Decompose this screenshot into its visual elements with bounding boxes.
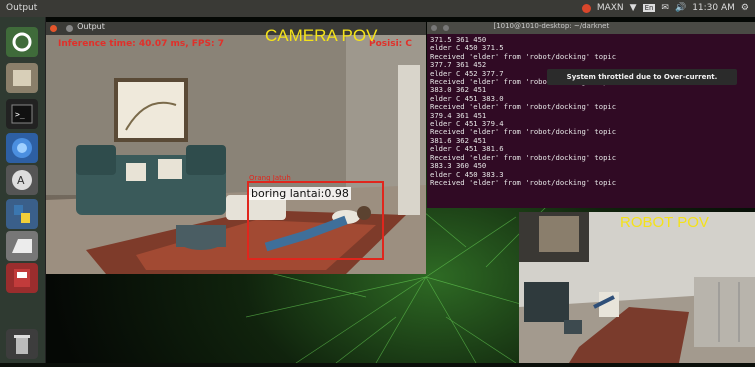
minimize-icon[interactable] <box>65 25 73 32</box>
launcher: >_ A <box>0 17 46 363</box>
record-icon[interactable] <box>581 3 591 13</box>
camera-pov-label: CAMERA POV <box>265 26 378 45</box>
wifi-icon[interactable]: ▼ <box>630 3 637 13</box>
terminal-output[interactable]: 371.5 361 450 elder C 450 371.5 Received '… <box>430 36 750 206</box>
power-icon[interactable]: ⚙ <box>741 3 749 13</box>
camera-window-title: Output <box>77 22 105 31</box>
terminal-title: [1010@1010-desktop: ~/darknet <box>493 22 610 30</box>
drive-icon[interactable] <box>6 231 38 261</box>
inference-time-text: Inference time: 40.07 ms, FPS: 7 <box>58 39 225 49</box>
terminal-titlebar[interactable]: [1010@1010-desktop: ~/darknet <box>427 22 755 34</box>
system-icon[interactable] <box>6 263 38 293</box>
close-icon[interactable] <box>50 25 57 32</box>
volume-icon[interactable]: 🔊 <box>675 3 686 13</box>
terminal-minimize-icon[interactable] <box>443 25 450 31</box>
keyboard-icon[interactable]: En <box>642 4 656 12</box>
throttle-notification: System throttled due to Over-current. <box>547 69 737 85</box>
top-panel: Output MAXN ▼ En ✉ 🔊 11:30 AM ⚙ <box>0 0 755 17</box>
software-icon[interactable]: A <box>6 165 38 195</box>
camera-output-window[interactable]: Output Inference time: 40.07 ms, FPS: 7 … <box>46 22 426 274</box>
browser-icon[interactable] <box>6 133 38 163</box>
clock[interactable]: 11:30 AM <box>692 3 735 13</box>
svg-text:>_: >_ <box>15 110 25 119</box>
robot-pov-label: ROBOT POV <box>620 214 709 231</box>
active-app-name: Output <box>6 3 38 13</box>
system-tray: MAXN ▼ En ✉ 🔊 11:30 AM ⚙ <box>581 3 749 13</box>
dash-icon[interactable] <box>6 27 38 57</box>
trash-icon[interactable] <box>6 329 38 359</box>
terminal-close-icon[interactable] <box>431 25 437 31</box>
terminal-line: Received 'elder' from 'robot/docking' to… <box>430 177 617 187</box>
svg-text:A: A <box>17 174 25 187</box>
mail-icon[interactable]: ✉ <box>661 3 669 13</box>
network-label[interactable]: MAXN <box>597 3 624 13</box>
camera-feed: Inference time: 40.07 ms, FPS: 7 Posisi:… <box>46 35 426 274</box>
files-icon[interactable] <box>6 63 38 93</box>
python-icon[interactable] <box>6 199 38 229</box>
robot-pov-window <box>519 212 755 363</box>
robot-view-scene <box>519 212 755 363</box>
detection-label: boring lantai:0.98 <box>249 187 351 200</box>
terminal-window[interactable]: [1010@1010-desktop: ~/darknet 371.5 361 … <box>427 22 755 208</box>
terminal-icon[interactable]: >_ <box>6 99 38 129</box>
